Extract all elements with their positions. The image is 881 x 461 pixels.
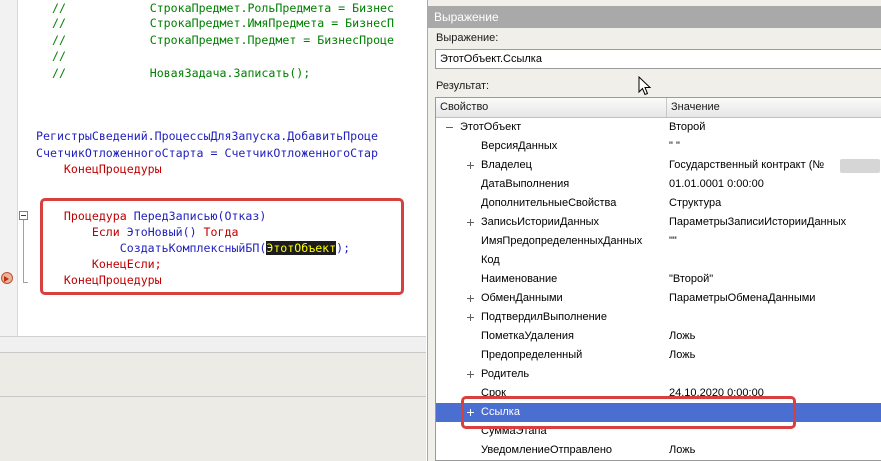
tree-row[interactable]: ЭтотОбъект Второй [436,118,881,137]
expand-icon[interactable] [463,314,474,321]
property-value: " " [669,140,680,152]
mouse-cursor-icon [638,76,652,96]
property-value: "" [669,235,677,247]
property-name: УведомлениеОтправлено [481,444,613,456]
fold-line [23,220,24,282]
fold-line-end [23,282,28,283]
code-line[interactable]: // СтрокаПредмет.РольПредмета = Бизнес [52,0,394,16]
property-value: ПараметрыЗаписиИсторииДанных [669,216,847,228]
code-annotation-box [40,198,404,295]
tree-row[interactable]: ЗаписьИсторииДанных ПараметрыЗаписиИстори… [436,213,881,232]
property-name: Код [481,254,500,266]
code-line[interactable]: РегистрыСведений.ПроцессыДляЗапуска.Доба… [36,128,378,144]
property-name: ЗаписьИсторииДанных [481,216,600,228]
column-header-property[interactable]: Свойство [436,98,667,117]
row-annotation-box [461,396,796,429]
property-value: Ложь [669,330,696,342]
property-value: Ложь [669,444,696,456]
tree-row[interactable]: ПометкаУдаления Ложь [436,327,881,346]
panel-title: Выражение [428,6,881,28]
expression-label: Выражение: [436,32,499,44]
result-label: Результат: [436,80,490,92]
property-name: ДополнительныеСвойства [481,197,617,209]
code-token: // НоваяЗадача.Записать(); [52,66,311,80]
property-value: Второй [669,121,706,133]
redacted-region [840,159,880,173]
property-name: ЭтотОбъект [460,121,522,133]
editor-gutter[interactable] [0,0,18,348]
table-header: Свойство Значение [436,98,881,118]
tree-row[interactable]: Предопределенный Ложь [436,346,881,365]
property-value: Ложь [669,349,696,361]
divider [0,396,426,397]
code-token: // СтрокаПредмет.Предмет = БизнесПроце [52,33,395,47]
expand-icon[interactable] [463,295,474,302]
property-value: "Второй" [669,273,714,285]
property-value: ПараметрыОбменаДанными [669,292,816,304]
tree-row[interactable]: Родитель [436,365,881,384]
property-name: Предопределенный [481,349,583,361]
tree-row[interactable]: ДатаВыполнения 01.01.0001 0:00:00 [436,175,881,194]
property-value: Государственный контракт (№ [669,159,825,171]
code-token: // СтрокаПредмет.ИмяПредмета = БизнесП [52,16,395,30]
code-token: КонецПроцедуры [36,162,162,176]
tree-row[interactable]: ИмяПредопределенныхДанных "" [436,232,881,251]
property-value: 01.01.0001 0:00:00 [669,178,764,190]
property-name: ПодтвердилВыполнение [481,311,607,323]
expand-icon[interactable] [463,371,474,378]
tree-row[interactable]: ДополнительныеСвойства Структура [436,194,881,213]
tree-row[interactable]: Код [436,251,881,270]
property-value: Структура [669,197,722,209]
property-name: ДатаВыполнения [481,178,570,190]
column-header-value[interactable]: Значение [667,98,881,117]
code-line[interactable]: КонецПроцедуры [36,161,162,177]
property-name: ОбменДанными [481,292,563,304]
code-line[interactable]: // [52,48,66,64]
editor-lower-pane [0,352,426,461]
tree-row[interactable]: ВерсияДанных " " [436,137,881,156]
expression-panel: Выражение Выражение: ЭтотОбъект.Ссылка Р… [427,0,881,461]
code-line[interactable]: // СтрокаПредмет.ИмяПредмета = БизнесП [52,15,394,31]
tree-row[interactable]: ОбменДанными ПараметрыОбменаДанными [436,289,881,308]
code-editor[interactable]: // СтрокаПредмет.РольПредмета = Бизнес//… [0,0,426,461]
property-name: ПометкаУдаления [481,330,574,342]
expand-icon[interactable] [463,219,474,226]
property-name: ИмяПредопределенныхДанных [481,235,643,247]
tree-row[interactable]: Наименование "Второй" [436,270,881,289]
code-token: СчетчикОтложенногоСтарта = СчетчикОтложе… [36,146,379,160]
breakpoint-icon[interactable] [1,272,13,284]
code-line[interactable]: СчетчикОтложенногоСтарта = СчетчикОтложе… [36,145,378,161]
code-token: // СтрокаПредмет.РольПредмета = Бизнес [52,1,395,15]
code-token: РегистрыСведений.ПроцессыДляЗапуска.Доба… [36,129,379,143]
tree-row[interactable]: УведомлениеОтправлено Ложь [436,441,881,460]
expression-input[interactable]: ЭтотОбъект.Ссылка [435,49,881,69]
editor-horizontal-scrollbar[interactable] [0,336,426,352]
property-name: Владелец [481,159,532,171]
tree-row[interactable]: Владелец Государственный контракт (№ [436,156,881,175]
collapse-icon[interactable] [442,124,453,131]
code-token: // [52,49,66,63]
code-line[interactable]: // НоваяЗадача.Записать(); [52,65,310,81]
collapse-icon[interactable] [19,211,28,220]
code-line[interactable]: // СтрокаПредмет.Предмет = БизнесПроце [52,32,394,48]
expand-icon[interactable] [463,162,474,169]
property-name: ВерсияДанных [481,140,558,152]
property-name: Наименование [481,273,558,285]
tree-row[interactable]: ПодтвердилВыполнение [436,308,881,327]
property-name: Родитель [481,368,530,380]
